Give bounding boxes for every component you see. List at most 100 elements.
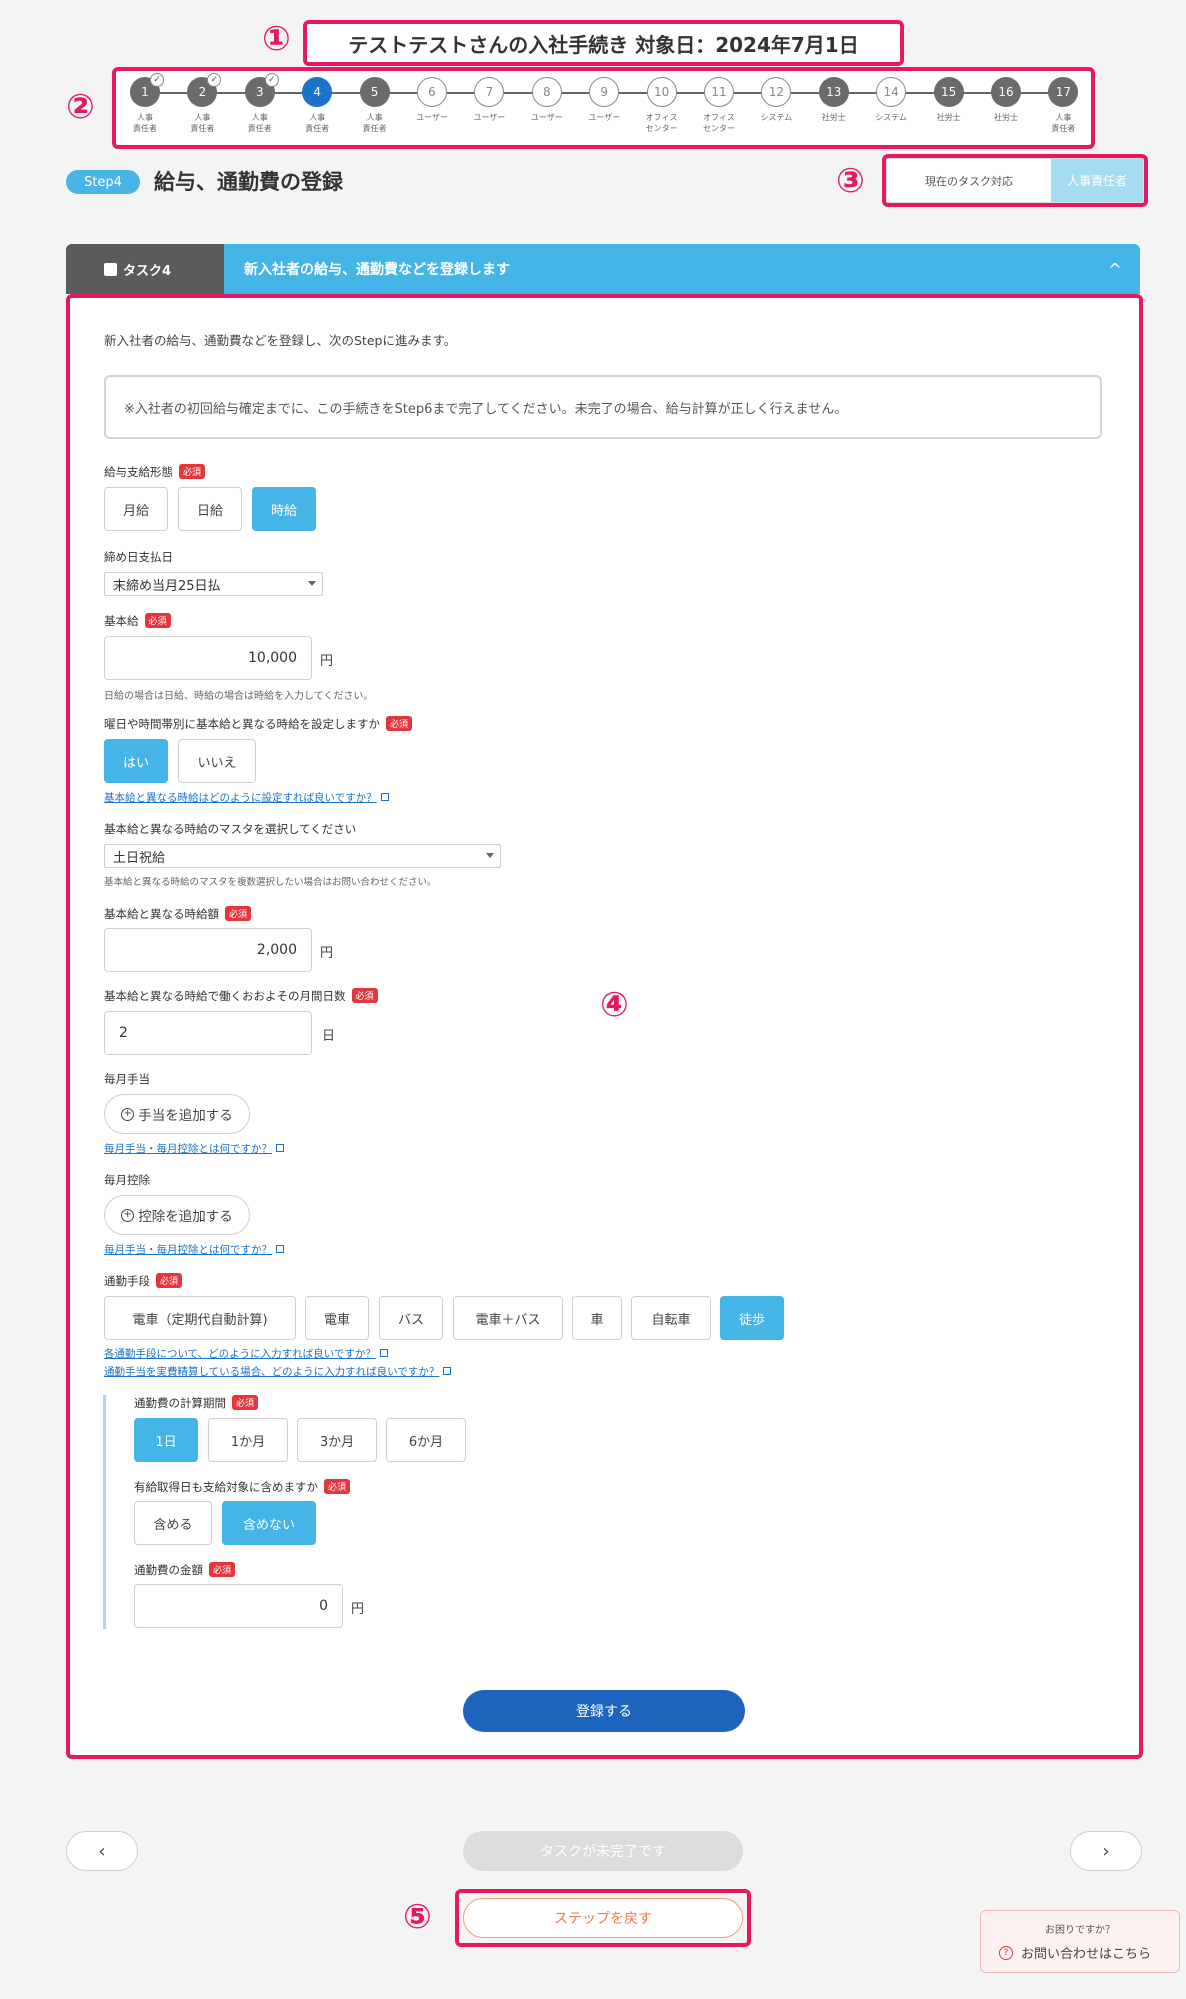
step-title: 給与、通勤費の登録 (154, 170, 343, 194)
base-pay-label: 基本給 必須 (104, 613, 171, 629)
external-link-icon (276, 1245, 284, 1253)
period-6month[interactable]: 6か月 (386, 1418, 466, 1462)
required-badge: 必須 (209, 1562, 236, 1577)
closing-select[interactable]: 末締め当月25日払 (104, 572, 323, 596)
allowance-help-link[interactable]: 毎月手当・毎月控除とは何ですか？ (104, 1141, 284, 1156)
period-1month[interactable]: 1か月 (208, 1418, 288, 1462)
callout-number-1: ① (262, 19, 291, 59)
commute-bicycle[interactable]: 自転車 (631, 1296, 711, 1340)
base-pay-hint: 日給の場合は日給、時給の場合は時給を入力してください。 (104, 691, 374, 702)
commute-walk[interactable]: 徒歩 (720, 1296, 784, 1340)
chevron-left-icon: ‹ (98, 1840, 106, 1862)
master-label: 基本給と異なる時給のマスタを選択してください (104, 822, 357, 836)
diff-rate-yes[interactable]: はい (104, 739, 168, 783)
question-circle-icon: ? (999, 1945, 1013, 1960)
paid-leave-exclude[interactable]: 含めない (222, 1501, 316, 1545)
task-description: 新入社者の給与、通勤費などを登録します (244, 262, 510, 278)
required-badge: 必須 (324, 1479, 351, 1494)
diff-amount-input[interactable]: 2,000 (104, 928, 312, 972)
register-button[interactable]: 登録する (463, 1690, 745, 1732)
master-select-value: 土日祝給 (113, 850, 166, 866)
collapse-icon[interactable]: ^ (1090, 244, 1140, 294)
callout-frame-2 (112, 67, 1095, 149)
required-badge: 必須 (232, 1395, 259, 1410)
notice-box: ※入社者の初回給与確定までに、この手続きをStep6まで完了してください。未完了… (104, 375, 1102, 439)
pay-type-hourly[interactable]: 時給 (252, 487, 316, 531)
help-question: お困りですか？ (1045, 1925, 1115, 1936)
diff-days-label: 基本給と異なる時給で働くおおよその月間日数 必須 (104, 988, 378, 1004)
next-step-button[interactable]: › (1070, 1831, 1142, 1871)
deduction-label: 毎月控除 (104, 1173, 150, 1187)
required-badge: 必須 (351, 988, 378, 1003)
paid-leave-include[interactable]: 含める (134, 1501, 212, 1545)
commute-label: 通勤手段 必須 (104, 1273, 183, 1289)
commute-amount-unit: 円 (351, 1602, 365, 1617)
commute-help-link-2[interactable]: 通勤手当を実費精算している場合、どのように入力すれば良いですか？ (104, 1364, 452, 1379)
plus-circle-icon: + (121, 1107, 135, 1121)
prev-step-button[interactable]: ‹ (66, 1831, 138, 1871)
pay-type-label: 給与支給形態 必須 (104, 464, 206, 480)
closing-label: 締め日支払日 (104, 550, 173, 564)
diff-rate-label: 曜日や時間帯別に基本給と異なる時給を設定しますか 必須 (104, 716, 413, 732)
allowance-label: 毎月手当 (104, 1072, 150, 1086)
period-label: 通勤費の計算期間 必須 (134, 1395, 259, 1411)
commute-train[interactable]: 電車 (305, 1296, 369, 1340)
chevron-down-icon (308, 581, 316, 586)
diff-days-input[interactable]: 2 (104, 1011, 312, 1055)
callout-frame-3 (882, 154, 1148, 207)
callout-frame-5 (455, 1889, 751, 1947)
base-pay-unit: 円 (320, 654, 334, 669)
closing-select-value: 末締め当月25日払 (113, 578, 221, 594)
required-badge: 必須 (225, 906, 252, 921)
base-pay-input[interactable]: 10,000 (104, 636, 312, 680)
commute-amount-input[interactable]: 0 (134, 1584, 343, 1628)
task-incomplete-button: タスクが未完了です (463, 1831, 743, 1871)
commute-bus[interactable]: バス (379, 1296, 443, 1340)
task-tag-label: タスク4 (123, 263, 172, 279)
add-deduction-button[interactable]: + 控除を追加する (104, 1195, 250, 1235)
pay-type-monthly[interactable]: 月給 (104, 487, 168, 531)
callout-number-4: ④ (600, 985, 629, 1025)
required-badge: 必須 (386, 716, 413, 731)
external-link-icon (276, 1144, 284, 1152)
add-allowance-button[interactable]: + 手当を追加する (104, 1094, 250, 1134)
callout-number-2: ② (66, 87, 95, 127)
task-header[interactable]: タスク4 新入社者の給与、通勤費などを登録します ^ (66, 244, 1140, 294)
diff-amount-label: 基本給と異なる時給額 必須 (104, 906, 252, 922)
required-badge: 必須 (144, 613, 171, 628)
plus-circle-icon: + (121, 1208, 135, 1222)
callout-number-5: ⑤ (403, 1897, 432, 1937)
diff-rate-help-link[interactable]: 基本給と異なる時給はどのように設定すれば良いですか？ (104, 790, 389, 805)
master-select[interactable]: 土日祝給 (104, 844, 501, 868)
diff-days-unit: 日 (322, 1029, 336, 1044)
diff-rate-no[interactable]: いいえ (178, 739, 256, 783)
checkbox-icon (104, 262, 117, 276)
task-tag: タスク4 (66, 244, 224, 294)
chevron-down-icon (486, 853, 494, 858)
required-badge: 必須 (156, 1273, 183, 1288)
chevron-right-icon: › (1102, 1840, 1110, 1862)
help-widget[interactable]: お困りですか？ ? お問い合わせはこちら (980, 1910, 1180, 1973)
help-contact[interactable]: ? お問い合わせはこちら (999, 1943, 1151, 1962)
commute-help-link-1[interactable]: 各通勤手段について、どのように入力すれば良いですか？ (104, 1346, 388, 1361)
paid-leave-label: 有給取得日も支給対象に含めますか 必須 (134, 1479, 351, 1495)
commute-train-auto[interactable]: 電車（定期代自動計算) (104, 1296, 296, 1340)
external-link-icon (379, 1349, 388, 1357)
step-badge: Step4 (66, 170, 140, 194)
diff-amount-unit: 円 (320, 946, 334, 961)
commute-train-bus[interactable]: 電車＋バス (453, 1296, 563, 1340)
form-intro: 新入社者の給与、通勤費などを登録し、次のStepに進みます。 (104, 333, 457, 348)
master-hint: 基本給と異なる時給のマスタを複数選択したい場合はお問い合わせください。 (104, 877, 437, 888)
required-badge: 必須 (179, 464, 206, 479)
callout-number-3: ③ (836, 161, 865, 201)
commute-car[interactable]: 車 (572, 1296, 622, 1340)
commute-details-bar (103, 1395, 106, 1629)
commute-amount-label: 通勤費の金額 必須 (134, 1562, 236, 1578)
pay-type-daily[interactable]: 日給 (178, 487, 242, 531)
callout-frame-1 (303, 20, 904, 66)
external-link-icon (380, 793, 389, 801)
external-link-icon (443, 1367, 452, 1375)
deduction-help-link[interactable]: 毎月手当・毎月控除とは何ですか？ (104, 1242, 284, 1257)
period-3month[interactable]: 3か月 (297, 1418, 377, 1462)
period-1day[interactable]: 1日 (134, 1418, 198, 1462)
